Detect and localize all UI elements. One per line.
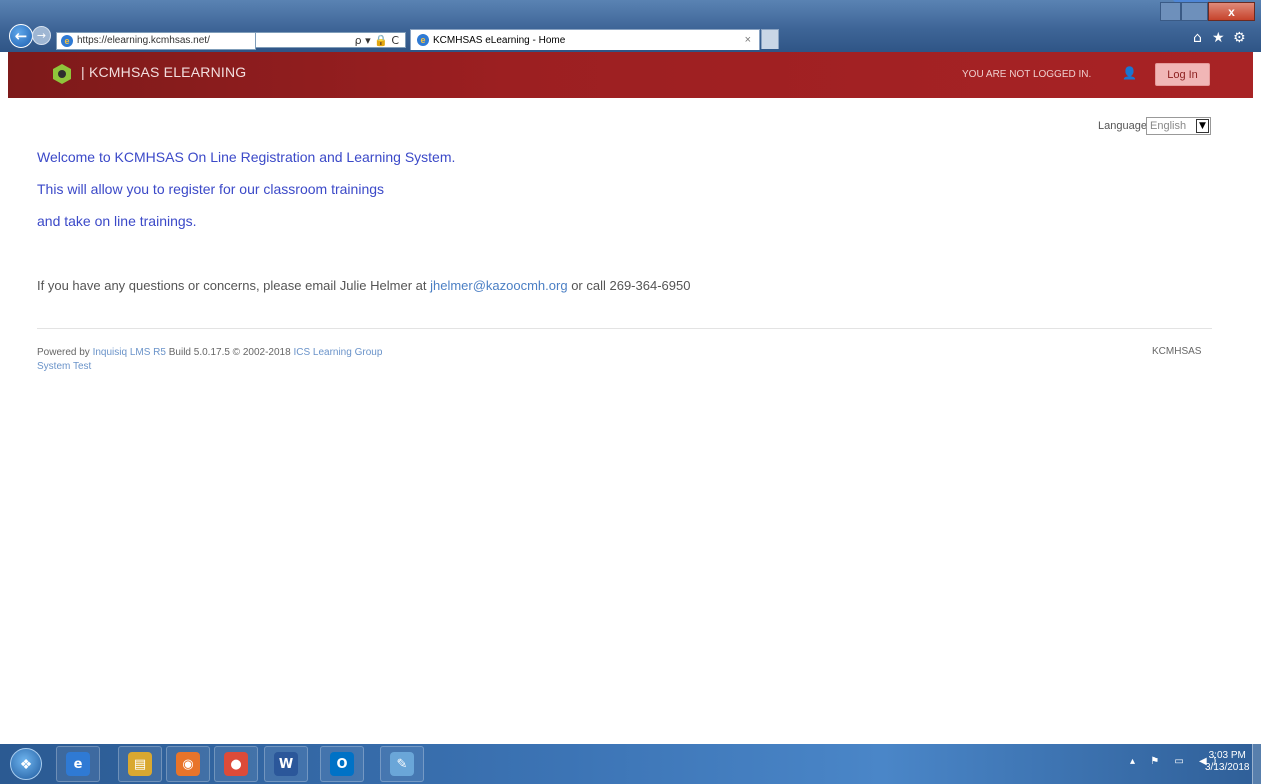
- minimize-button[interactable]: [1160, 2, 1181, 21]
- user-icon: 👤: [1122, 66, 1137, 80]
- outlook-icon: O: [330, 752, 354, 776]
- ie-favicon-icon: e: [417, 34, 429, 46]
- paint-icon: ✎: [390, 752, 414, 776]
- taskbar-media-player-button[interactable]: ◉: [166, 746, 210, 782]
- back-button[interactable]: ←: [9, 24, 33, 48]
- chevron-down-icon: ▼: [1196, 119, 1209, 133]
- new-tab-button[interactable]: [761, 29, 779, 49]
- taskbar-file-explorer-button[interactable]: ▤: [118, 746, 162, 782]
- close-window-button[interactable]: x: [1208, 2, 1255, 21]
- footer-left: Powered by Inquisiq LMS R5 Build 5.0.17.…: [37, 346, 382, 374]
- tab-close-icon[interactable]: ×: [745, 30, 751, 51]
- login-status: YOU ARE NOT LOGGED IN.: [962, 69, 1092, 80]
- welcome-line-1: Welcome to KCMHSAS On Line Registration …: [37, 149, 456, 165]
- clock[interactable]: 3:03 PM 3/13/2018: [1205, 750, 1250, 774]
- home-icon[interactable]: ⌂: [1193, 30, 1202, 46]
- ie-favicon-icon: e: [61, 35, 73, 47]
- contact-prefix: If you have any questions or concerns, p…: [37, 278, 431, 293]
- footer-divider: [37, 328, 1212, 329]
- maximize-button[interactable]: [1181, 2, 1208, 21]
- site-logo-icon[interactable]: [53, 64, 71, 84]
- taskbar-word-button[interactable]: W: [264, 746, 308, 782]
- start-button[interactable]: ❖: [10, 748, 42, 780]
- welcome-line-3: and take on line trainings.: [37, 213, 197, 229]
- taskbar-chrome-button[interactable]: ●: [214, 746, 258, 782]
- contact-suffix: or call 269-364-6950: [567, 278, 691, 293]
- show-desktop-button[interactable]: [1252, 744, 1261, 784]
- language-label: Language:: [1098, 120, 1150, 132]
- forward-button[interactable]: →: [32, 26, 51, 45]
- system-test-link[interactable]: System Test: [37, 361, 91, 372]
- contact-text: If you have any questions or concerns, p…: [37, 278, 690, 293]
- taskbar-internet-explorer-button[interactable]: e: [56, 746, 100, 782]
- build-text: Build 5.0.17.5 © 2002-2018: [165, 347, 294, 358]
- address-tools[interactable]: ρ ▾ 🔒 C: [256, 32, 406, 48]
- address-url: https://elearning.kcmhsas.net/: [77, 35, 210, 46]
- clock-time: 3:03 PM: [1208, 750, 1246, 761]
- contact-email-link[interactable]: jhelmer@kazoocmh.org: [430, 278, 567, 293]
- tab-title: KCMHSAS eLearning - Home: [433, 35, 566, 46]
- clock-date: 3/13/2018: [1205, 762, 1250, 773]
- chrome-icon: ●: [224, 752, 248, 776]
- product-link[interactable]: Inquisiq LMS R5: [93, 347, 166, 358]
- tools-gear-icon[interactable]: ⚙: [1233, 30, 1246, 46]
- tab-home[interactable]: e KCMHSAS eLearning - Home ×: [410, 29, 760, 50]
- browser-chrome: x ← → e https://elearning.kcmhsas.net/ ρ …: [0, 0, 1261, 52]
- powered-by-text: Powered by: [37, 347, 93, 358]
- language-select[interactable]: English ▼: [1146, 117, 1211, 135]
- login-button[interactable]: Log In: [1155, 63, 1210, 86]
- site-header: | KCMHSAS ELEARNING YOU ARE NOT LOGGED I…: [8, 52, 1253, 98]
- favorites-icon[interactable]: ★: [1212, 30, 1225, 46]
- site-title[interactable]: | KCMHSAS ELEARNING: [81, 64, 246, 80]
- internet-explorer-icon: e: [66, 752, 90, 776]
- address-bar[interactable]: e https://elearning.kcmhsas.net/: [56, 32, 256, 50]
- site-title-text: KCMHSAS ELEARNING: [88, 64, 247, 80]
- company-link[interactable]: ICS Learning Group: [293, 347, 382, 358]
- media-player-icon: ◉: [176, 752, 200, 776]
- file-explorer-icon: ▤: [128, 752, 152, 776]
- language-selected: English: [1150, 120, 1187, 132]
- taskbar-outlook-button[interactable]: O: [320, 746, 364, 782]
- word-icon: W: [274, 752, 298, 776]
- taskbar-paint-button[interactable]: ✎: [380, 746, 424, 782]
- taskbar: ❖ e ▤ ◉ ● W O ✎ ▴ ⚑ ▭ ◀) 3:03 PM 3/13/2018: [0, 744, 1261, 784]
- welcome-line-2: This will allow you to register for our …: [37, 181, 385, 197]
- footer-right: KCMHSAS: [1152, 346, 1202, 357]
